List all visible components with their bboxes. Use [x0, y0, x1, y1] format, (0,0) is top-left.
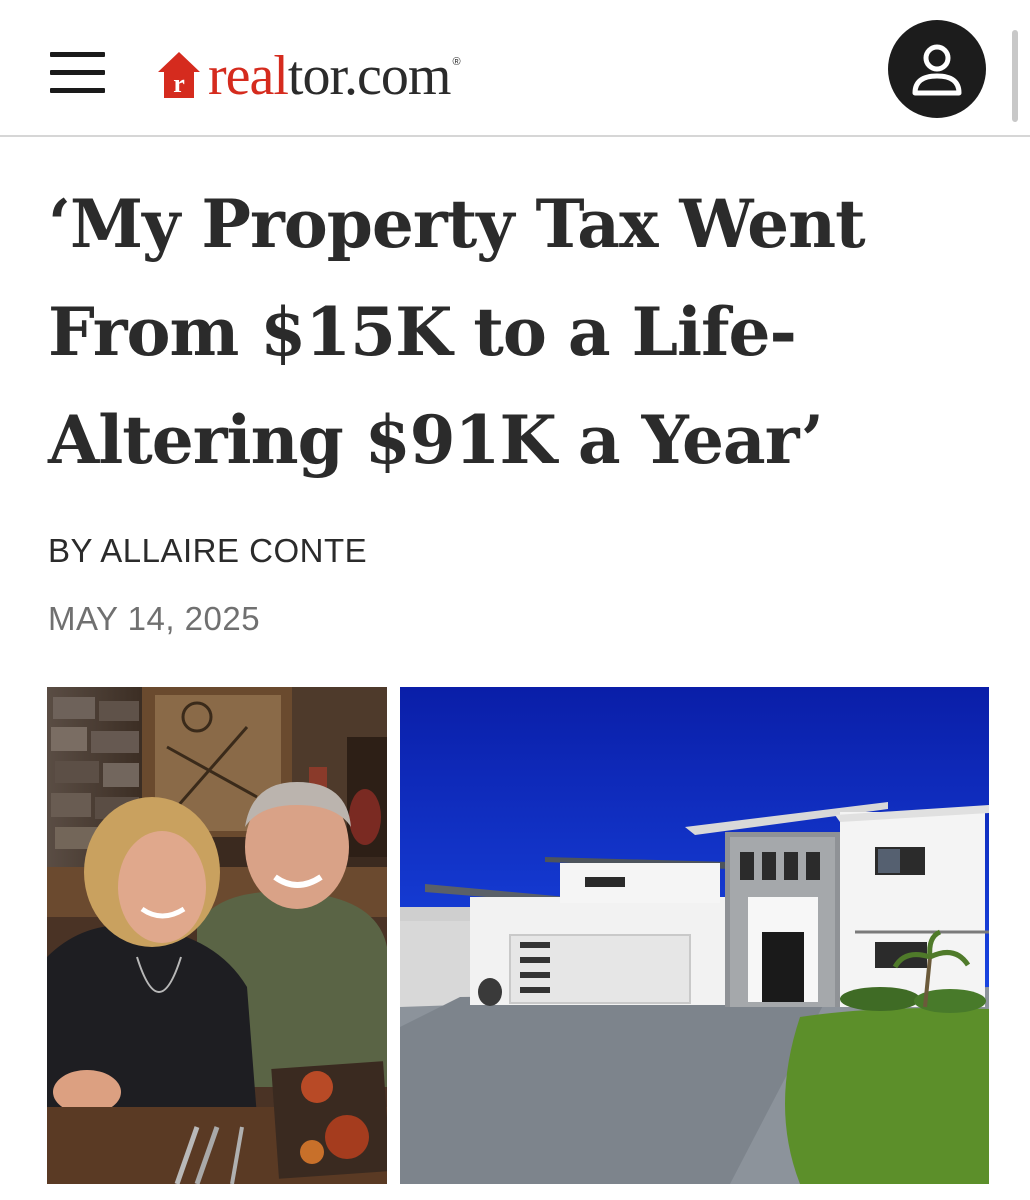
scrollbar[interactable]: [1012, 30, 1018, 122]
house-photo: [400, 687, 989, 1184]
realtor-logo[interactable]: r real tor.com ®: [156, 44, 461, 104]
logo-text-dark: tor.com: [287, 45, 452, 107]
logo-house-icon: r: [158, 52, 200, 98]
article-byline[interactable]: BY ALLAIRE CONTE: [48, 532, 367, 570]
article-title: ‘My Property Tax Went From $15K to a Lif…: [48, 185, 866, 479]
couple-photo: [47, 687, 387, 1184]
logo-house-letter: r: [173, 69, 185, 98]
logo-registered-mark: ®: [452, 56, 461, 68]
user-icon: [912, 44, 962, 96]
account-button[interactable]: [888, 20, 986, 118]
hamburger-menu-icon[interactable]: [50, 52, 105, 94]
site-header: r real tor.com ®: [0, 0, 1030, 137]
article-date: MAY 14, 2025: [48, 600, 261, 637]
logo-text-red: real: [208, 45, 289, 107]
